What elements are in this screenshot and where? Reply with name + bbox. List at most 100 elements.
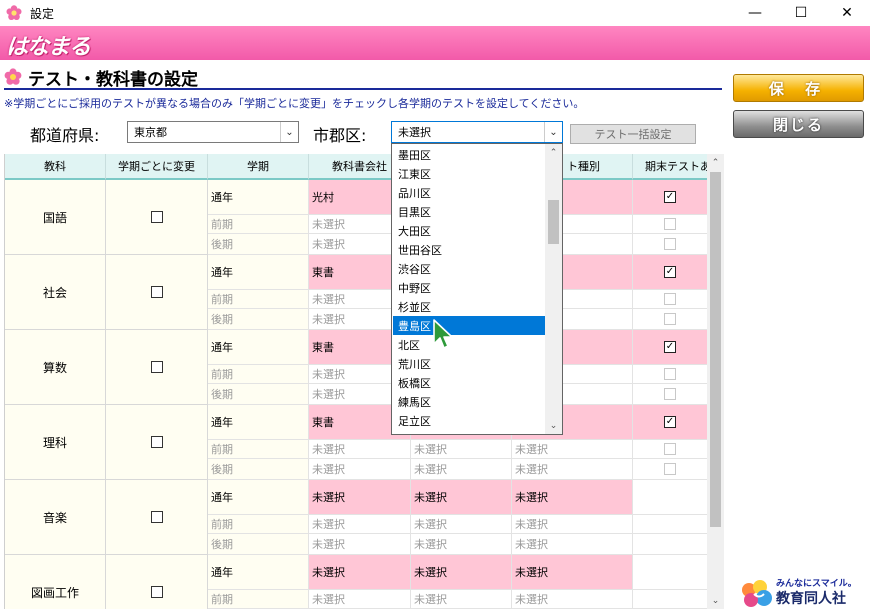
per-term-checkbox[interactable] bbox=[150, 361, 163, 373]
final-test-subcell-empty bbox=[633, 534, 707, 555]
scroll-up-icon[interactable]: ⌃ bbox=[545, 144, 562, 161]
dropdown-item[interactable]: 北区 bbox=[393, 335, 545, 354]
scroll-down-icon[interactable]: ⌄ bbox=[707, 592, 724, 609]
final-test-cell: ✓ bbox=[633, 255, 707, 290]
scroll-down-icon[interactable]: ⌄ bbox=[545, 417, 562, 434]
smile-face-icon bbox=[742, 580, 772, 607]
final-test-subcell bbox=[633, 459, 707, 480]
final-test-subcell bbox=[633, 384, 707, 405]
page-heading: テスト・教科書の設定 bbox=[4, 66, 722, 90]
final-test-checkbox-disabled bbox=[664, 218, 676, 230]
cell-publisher-first[interactable]: 未選択 bbox=[309, 440, 411, 459]
dropdown-item[interactable]: 江東区 bbox=[393, 164, 545, 183]
dropdown-item[interactable]: 荒川区 bbox=[393, 354, 545, 373]
close-button[interactable]: 閉じる bbox=[733, 110, 864, 138]
scroll-up-icon[interactable]: ⌃ bbox=[707, 154, 724, 171]
chevron-down-icon[interactable]: ⌄ bbox=[280, 122, 298, 142]
cell-type-first[interactable]: 未選択 bbox=[512, 515, 633, 534]
cell-type-second[interactable]: 未選択 bbox=[512, 534, 633, 555]
grid-scrollbar[interactable]: ⌃ ⌄ bbox=[707, 154, 724, 609]
instruction-note: ※学期ごとにご採用のテストが異なる場合のみ「学期ごとに変更」をチェックし各学期の… bbox=[4, 97, 585, 110]
per-term-checkbox[interactable] bbox=[150, 436, 163, 448]
chevron-down-icon[interactable]: ⌄ bbox=[544, 122, 562, 142]
minimize-button[interactable]: — bbox=[732, 0, 778, 26]
column-header-per-term: 学期ごとに変更 bbox=[106, 154, 208, 180]
term-cell-first: 前期 bbox=[208, 590, 309, 609]
dropdown-item[interactable]: 板橋区 bbox=[393, 373, 545, 392]
cell-publisher-second[interactable]: 未選択 bbox=[309, 534, 411, 555]
subject-grid: 教科 学期ごとに変更 学期 教科書会社 ト種別 期末テストあ 国語 通年 前期 後期光… bbox=[4, 154, 707, 609]
dropdown-item[interactable]: 豊島区 bbox=[393, 316, 545, 335]
term-cell-first: 前期 bbox=[208, 365, 309, 384]
final-test-checkbox-disabled bbox=[664, 463, 676, 475]
prefecture-select[interactable]: 東京都 ⌄ bbox=[127, 121, 299, 143]
final-test-subcell-empty bbox=[633, 590, 707, 609]
city-select[interactable]: 未選択 ⌄ bbox=[391, 121, 563, 143]
final-test-checkbox[interactable]: ✓ bbox=[664, 191, 676, 203]
per-term-checkbox[interactable] bbox=[150, 586, 163, 598]
final-test-checkbox[interactable]: ✓ bbox=[664, 341, 676, 353]
city-dropdown-list[interactable]: ⌃ ⌄ 墨田区 江東区 品川区 目黒区 大田区 世田谷区 渋谷区 中野区 杉並区 豊島区 北区 荒川区… bbox=[391, 143, 563, 435]
dropdown-item[interactable]: 大田区 bbox=[393, 221, 545, 240]
cell-col5-first[interactable]: 未選択 bbox=[411, 515, 512, 534]
dropdown-item[interactable]: 足立区 bbox=[393, 411, 545, 430]
term-cell-second: 後期 bbox=[208, 309, 309, 330]
test-bulk-button[interactable]: テスト一括設定 bbox=[570, 124, 696, 144]
cell-publisher-second[interactable]: 未選択 bbox=[309, 459, 411, 480]
page-title: テスト・教科書の設定 bbox=[28, 69, 198, 90]
per-term-checkbox[interactable] bbox=[150, 286, 163, 298]
dropdown-item[interactable]: 中野区 bbox=[393, 278, 545, 297]
cell-col5-second[interactable]: 未選択 bbox=[411, 534, 512, 555]
per-term-checkbox[interactable] bbox=[150, 511, 163, 523]
final-test-checkbox[interactable]: ✓ bbox=[664, 416, 676, 428]
cell-col5-second[interactable]: 未選択 bbox=[411, 459, 512, 480]
cell-type[interactable]: 未選択 bbox=[512, 555, 633, 590]
close-window-button[interactable]: ✕ bbox=[824, 0, 870, 26]
cell-type[interactable]: 未選択 bbox=[512, 480, 633, 515]
term-cell-second: 後期 bbox=[208, 459, 309, 480]
final-test-subcell bbox=[633, 234, 707, 255]
cell-type-second[interactable]: 未選択 bbox=[512, 459, 633, 480]
cell-publisher[interactable]: 未選択 bbox=[309, 480, 411, 515]
dropdown-item[interactable]: 杉並区 bbox=[393, 297, 545, 316]
dropdown-item[interactable]: 品川区 bbox=[393, 183, 545, 202]
scroll-thumb[interactable] bbox=[710, 172, 721, 527]
term-cell-full-year: 通年 bbox=[208, 180, 309, 215]
mouse-cursor-icon bbox=[433, 319, 453, 349]
city-label: 市郡区: bbox=[313, 126, 367, 145]
prefecture-label: 都道府県: bbox=[30, 126, 100, 145]
final-test-subcell bbox=[633, 365, 707, 384]
final-test-subcell bbox=[633, 440, 707, 459]
column-header-final-test: 期末テストあ bbox=[633, 154, 707, 180]
cell-col5-first[interactable]: 未選択 bbox=[411, 590, 512, 609]
dropdown-item[interactable]: 渋谷区 bbox=[393, 259, 545, 278]
cell-col5[interactable]: 未選択 bbox=[411, 555, 512, 590]
checkmark-icon: ✓ bbox=[665, 416, 675, 427]
cell-col5-first[interactable]: 未選択 bbox=[411, 440, 512, 459]
hanamaru-logo: はなまる bbox=[6, 35, 91, 60]
per-term-checkbox[interactable] bbox=[150, 211, 163, 223]
term-cell-full-year: 通年 bbox=[208, 255, 309, 290]
cell-publisher-first[interactable]: 未選択 bbox=[309, 515, 411, 534]
dropdown-item[interactable]: 練馬区 bbox=[393, 392, 545, 411]
scroll-thumb[interactable] bbox=[548, 200, 559, 244]
subject-cell: 社会 bbox=[5, 255, 106, 330]
dropdown-item[interactable]: 目黒区 bbox=[393, 202, 545, 221]
final-test-checkbox[interactable]: ✓ bbox=[664, 266, 676, 278]
final-test-checkbox-disabled bbox=[664, 313, 676, 325]
dropdown-item[interactable]: 世田谷区 bbox=[393, 240, 545, 259]
term-cell-full-year: 通年 bbox=[208, 555, 309, 590]
final-test-cell-empty bbox=[633, 480, 707, 515]
cell-type-first[interactable]: 未選択 bbox=[512, 440, 633, 459]
checkmark-icon: ✓ bbox=[665, 341, 675, 352]
dropdown-item[interactable]: 墨田区 bbox=[393, 145, 545, 164]
cell-col5[interactable]: 未選択 bbox=[411, 480, 512, 515]
maximize-button[interactable]: ☐ bbox=[778, 0, 824, 26]
term-cell-second: 後期 bbox=[208, 534, 309, 555]
cell-type-first[interactable]: 未選択 bbox=[512, 590, 633, 609]
cell-publisher[interactable]: 未選択 bbox=[309, 555, 411, 590]
save-button[interactable]: 保 存 bbox=[733, 74, 864, 102]
term-cell-first: 前期 bbox=[208, 290, 309, 309]
dropdown-scrollbar[interactable]: ⌃ ⌄ bbox=[545, 144, 562, 434]
cell-publisher-first[interactable]: 未選択 bbox=[309, 590, 411, 609]
